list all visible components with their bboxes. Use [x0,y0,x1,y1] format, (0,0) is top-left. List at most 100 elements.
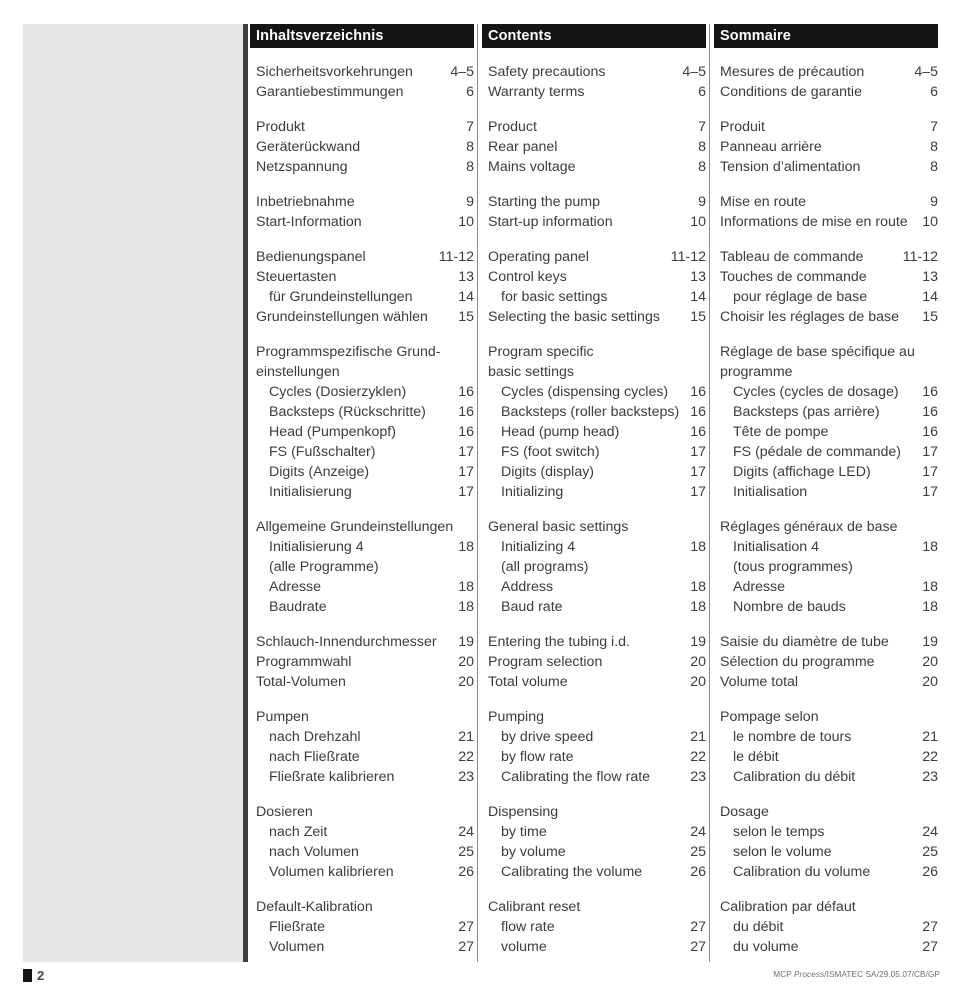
toc-entry[interactable]: Schlauch-Innendurchmesser 19 [256,632,474,652]
toc-entry[interactable]: Rear panel 8 [488,137,706,157]
toc-entry[interactable]: Safety precautions 4–5 [488,62,706,82]
toc-entry[interactable]: Tableau de commande 11-12 [720,247,938,267]
toc-entry[interactable]: Initialisation 17 [720,482,938,502]
toc-entry[interactable]: Calibration du volume 26 [720,862,938,882]
toc-entry[interactable]: Control keys 13 [488,267,706,287]
toc-entry[interactable]: Digits (Anzeige) 17 [256,462,474,482]
toc-entry[interactable]: Calibration du débit 23 [720,767,938,787]
toc-entry[interactable]: Initialisierung 17 [256,482,474,502]
toc-entry[interactable]: Netzspannung 8 [256,157,474,177]
toc-entry[interactable]: nach Volumen 25 [256,842,474,862]
toc-entry[interactable]: Initializing 17 [488,482,706,502]
toc-entry[interactable]: Nombre de bauds 18 [720,597,938,617]
toc-entry[interactable]: Head (pump head) 16 [488,422,706,442]
toc-entry[interactable]: Produit 7 [720,117,938,137]
toc-entry[interactable]: le nombre de tours 21 [720,727,938,747]
toc-entry[interactable]: Fließrate kalibrieren 23 [256,767,474,787]
toc-entry[interactable]: selon le volume 25 [720,842,938,862]
toc-entry[interactable]: einstellungen [256,362,474,382]
toc-entry[interactable]: le débit 22 [720,747,938,767]
toc-entry[interactable]: Sélection du programme 20 [720,652,938,672]
toc-entry[interactable]: Address 18 [488,577,706,597]
toc-entry[interactable]: Warranty terms 6 [488,82,706,102]
toc-entry[interactable]: Initialisation 4 18 [720,537,938,557]
toc-entry[interactable]: by volume 25 [488,842,706,862]
toc-entry[interactable]: Geräterückwand 8 [256,137,474,157]
toc-entry[interactable]: Tension d’alimentation 8 [720,157,938,177]
toc-entry[interactable]: Default-Kalibration [256,897,474,917]
toc-entry[interactable]: Dosage [720,802,938,822]
toc-entry[interactable]: Pumpen [256,707,474,727]
toc-entry[interactable]: Allgemeine Grundeinstellungen [256,517,474,537]
toc-entry[interactable]: Panneau arrière 8 [720,137,938,157]
toc-entry[interactable]: Cycles (Dosierzyklen) 16 [256,382,474,402]
toc-entry[interactable]: Volumen kalibrieren 26 [256,862,474,882]
toc-entry[interactable]: Calibration par défaut [720,897,938,917]
toc-entry[interactable]: Operating panel 11-12 [488,247,706,267]
toc-entry[interactable]: Conditions de garantie 6 [720,82,938,102]
toc-entry[interactable]: Baud rate 18 [488,597,706,617]
toc-entry[interactable]: General basic settings [488,517,706,537]
toc-entry[interactable]: Head (Pumpenkopf) 16 [256,422,474,442]
toc-entry[interactable]: Mise en route 9 [720,192,938,212]
toc-entry[interactable]: by time 24 [488,822,706,842]
toc-entry[interactable]: Total-Volumen 20 [256,672,474,692]
toc-entry[interactable]: Backsteps (roller backsteps) 16 [488,402,706,422]
toc-entry[interactable]: Steuertasten 13 [256,267,474,287]
toc-entry[interactable]: Total volume 20 [488,672,706,692]
toc-entry[interactable]: Backsteps (Rückschritte) 16 [256,402,474,422]
toc-entry[interactable]: programme [720,362,938,382]
toc-entry[interactable]: flow rate 27 [488,917,706,937]
toc-entry[interactable]: Calibrating the volume 26 [488,862,706,882]
toc-entry[interactable]: Pumping [488,707,706,727]
toc-entry[interactable]: Selecting the basic settings 15 [488,307,706,327]
toc-entry[interactable]: Touches de commande 13 [720,267,938,287]
toc-entry[interactable]: Starting the pump 9 [488,192,706,212]
toc-entry[interactable]: Volumen 27 [256,937,474,957]
toc-entry[interactable]: Mesures de précaution 4–5 [720,62,938,82]
toc-entry[interactable]: nach Fließrate 22 [256,747,474,767]
toc-entry[interactable]: Réglages généraux de base [720,517,938,537]
toc-entry[interactable]: nach Drehzahl 21 [256,727,474,747]
toc-entry[interactable]: by drive speed 21 [488,727,706,747]
toc-entry[interactable]: selon le temps 24 [720,822,938,842]
toc-entry[interactable]: Digits (display) 17 [488,462,706,482]
toc-entry[interactable]: Saisie du diamètre de tube 19 [720,632,938,652]
toc-entry[interactable]: Initialisierung 4 18 [256,537,474,557]
toc-entry[interactable]: Réglage de base spécifique au [720,342,938,362]
toc-entry[interactable]: Program specific [488,342,706,362]
toc-entry[interactable]: Bedienungspanel 11-12 [256,247,474,267]
toc-entry[interactable]: Produkt 7 [256,117,474,137]
toc-entry[interactable]: Product 7 [488,117,706,137]
toc-entry[interactable]: (all programs) [488,557,706,577]
toc-entry[interactable]: Program selection 20 [488,652,706,672]
toc-entry[interactable]: (tous programmes) [720,557,938,577]
toc-entry[interactable]: Garantiebestimmungen 6 [256,82,474,102]
toc-entry[interactable]: Start-Information 10 [256,212,474,232]
toc-entry[interactable]: pour réglage de base 14 [720,287,938,307]
toc-entry[interactable]: Programmwahl 20 [256,652,474,672]
toc-entry[interactable]: Choisir les réglages de base 15 [720,307,938,327]
toc-entry[interactable]: Digits (affichage LED) 17 [720,462,938,482]
toc-entry[interactable]: nach Zeit 24 [256,822,474,842]
toc-entry[interactable]: Calibrant reset [488,897,706,917]
toc-entry[interactable]: FS (foot switch) 17 [488,442,706,462]
toc-entry[interactable]: (alle Programme) [256,557,474,577]
toc-entry[interactable]: Sicherheitsvorkehrungen 4–5 [256,62,474,82]
toc-entry[interactable]: du volume 27 [720,937,938,957]
toc-entry[interactable]: FS (Fußschalter) 17 [256,442,474,462]
toc-entry[interactable]: Baudrate 18 [256,597,474,617]
toc-entry[interactable]: Tête de pompe 16 [720,422,938,442]
toc-entry[interactable]: volume 27 [488,937,706,957]
toc-entry[interactable]: Cycles (dispensing cycles) 16 [488,382,706,402]
toc-entry[interactable]: Grundeinstellungen wählen 15 [256,307,474,327]
toc-entry[interactable]: Adresse 18 [256,577,474,597]
toc-entry[interactable]: for basic settings 14 [488,287,706,307]
toc-entry[interactable]: FS (pédale de commande) 17 [720,442,938,462]
toc-entry[interactable]: Inbetriebnahme 9 [256,192,474,212]
toc-entry[interactable]: Initializing 4 18 [488,537,706,557]
toc-entry[interactable]: Dosieren [256,802,474,822]
toc-entry[interactable]: für Grundeinstellungen 14 [256,287,474,307]
toc-entry[interactable]: Start-up information 10 [488,212,706,232]
toc-entry[interactable]: Programmspezifische Grund- [256,342,474,362]
